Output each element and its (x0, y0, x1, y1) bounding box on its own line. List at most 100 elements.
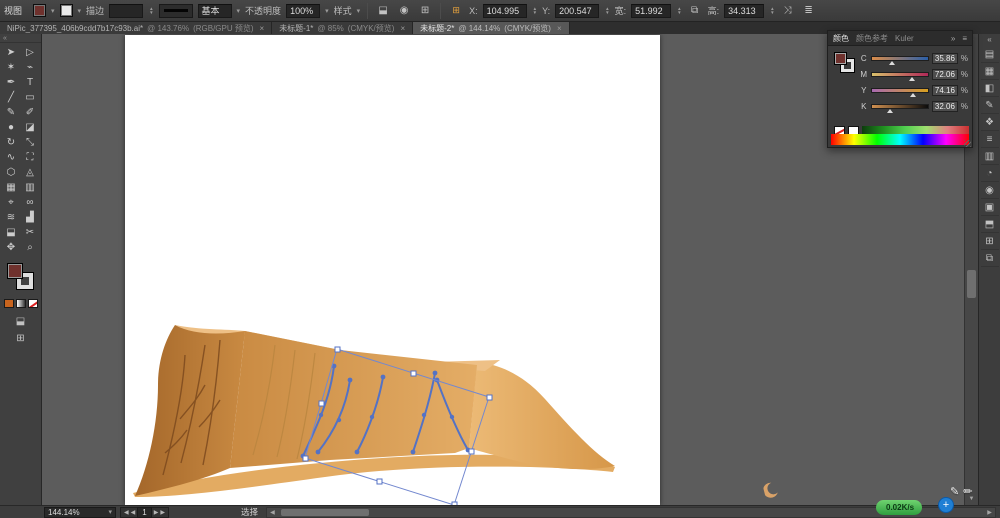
eraser-tool[interactable]: ◪ (21, 120, 40, 135)
transparency-panel-icon[interactable]: ◔ (980, 165, 999, 182)
spectrum-bar[interactable] (831, 134, 969, 145)
line-segment-tool[interactable]: ╱ (2, 90, 21, 105)
scale-tool[interactable]: ⤡ (21, 135, 40, 150)
fill-color-swatch[interactable] (33, 4, 47, 17)
document-tab-1[interactable]: NiPic_377395_406b9cdd7b17c93b.ai* @ 143.… (0, 22, 273, 34)
symbol-sprayer-tool[interactable]: ≋ (2, 210, 21, 225)
y-spinner[interactable]: ▲ ▼ (605, 6, 609, 15)
shape-builder-tool[interactable]: ⬡ (2, 165, 21, 180)
collapse-panel-icon[interactable]: » (951, 34, 955, 43)
next-artboard-icon[interactable]: ▶ (154, 509, 159, 516)
stroke-color-swatch[interactable] (59, 4, 73, 17)
width-field[interactable]: 51.992 (631, 3, 672, 18)
pen-icon[interactable]: ✎ (950, 485, 959, 498)
stroke-weight-field[interactable] (109, 3, 144, 18)
align-menu-icon[interactable]: ≣ (801, 3, 817, 19)
scroll-left-icon[interactable]: ◀ (267, 509, 278, 516)
brush-definition-field[interactable]: 基本 (197, 3, 232, 18)
x-field[interactable]: 104.995 (482, 3, 527, 18)
artboard[interactable] (125, 35, 660, 505)
graphic-styles-panel-icon[interactable]: ▣ (980, 199, 999, 216)
close-icon[interactable]: × (400, 24, 405, 33)
horizontal-scroll-thumb[interactable] (280, 508, 369, 516)
zoom-level-dropdown[interactable]: 144.14% ▾ (44, 506, 116, 518)
close-icon[interactable]: × (260, 24, 265, 33)
drawing-modes-button[interactable]: ⬓ (16, 316, 25, 327)
toolbar-fill-swatch[interactable] (7, 263, 23, 279)
yellow-value-field[interactable]: 74.16 (931, 84, 958, 96)
magenta-value-field[interactable]: 72.06 (931, 68, 958, 80)
preferences-icon[interactable]: ◉ (396, 3, 412, 19)
gradient-tool[interactable]: ▥ (21, 180, 40, 195)
zoom-tool[interactable]: ⌕ (21, 240, 40, 255)
none-mode-button[interactable] (27, 299, 38, 308)
menu-view[interactable]: 视图 (4, 4, 22, 17)
expand-panels-icon[interactable]: « (987, 34, 991, 46)
last-artboard-icon[interactable]: ▶ (160, 509, 165, 516)
rotate-tool[interactable]: ↻ (2, 135, 21, 150)
magic-wand-tool[interactable]: ✶ (2, 60, 21, 75)
pencil-icon[interactable]: ✏ (963, 485, 972, 498)
perspective-grid-tool[interactable]: ◬ (21, 165, 40, 180)
brush-dropdown-icon[interactable]: ▾ (237, 7, 241, 15)
height-spinner[interactable]: ▲ ▼ (770, 6, 774, 15)
document-tab-2[interactable]: 未标题-1* @ 85% (CMYK/预览) × (272, 22, 414, 34)
pen-tool[interactable]: ✒ (2, 75, 21, 90)
constrain-proportions-icon[interactable]: ⧉ (687, 3, 703, 19)
prev-artboard-icon[interactable]: ◀ (131, 509, 136, 516)
panel-menu-icon[interactable]: ≡ (962, 34, 967, 43)
crescent-shape[interactable] (762, 481, 779, 500)
panel-resize-grip[interactable] (964, 140, 971, 147)
blob-brush-tool[interactable]: ● (2, 120, 21, 135)
slice-tool[interactable]: ✂ (21, 225, 40, 240)
gradient-panel-icon[interactable]: ▥ (980, 148, 999, 165)
panel-fill-proxy[interactable] (834, 52, 847, 65)
color-panel-icon[interactable]: ▤ (980, 46, 999, 63)
yellow-slider[interactable] (870, 87, 929, 97)
cyan-value-field[interactable]: 35.86 (931, 52, 958, 64)
fill-dropdown-icon[interactable]: ▾ (51, 7, 55, 15)
mesh-tool[interactable]: ▦ (2, 180, 21, 195)
width-tool[interactable]: ∿ (2, 150, 21, 165)
swatches-panel-icon[interactable]: ◧ (980, 80, 999, 97)
links-panel-icon[interactable]: ⧉ (980, 250, 999, 267)
type-tool[interactable]: T (21, 75, 40, 90)
width-spinner[interactable]: ▲ ▼ (677, 6, 681, 15)
eyedropper-tool[interactable]: ⌖ (2, 195, 21, 210)
cyan-slider-thumb[interactable] (888, 60, 895, 65)
tab-kuler[interactable]: Kuler (895, 34, 914, 43)
magenta-slider-thumb[interactable] (909, 76, 916, 81)
rectangle-tool[interactable]: ▭ (21, 90, 40, 105)
tab-color-guide[interactable]: 颜色参考 (856, 33, 888, 44)
tools-collapse-icon[interactable]: « (0, 34, 41, 43)
reference-point-locator-icon[interactable]: ⊞ (448, 3, 464, 19)
stroke-spinner[interactable]: ▲ ▼ (149, 6, 153, 15)
first-artboard-icon[interactable]: ◀ (124, 509, 129, 516)
scroll-right-icon[interactable]: ▶ (984, 509, 995, 516)
document-tab-3-active[interactable]: 未标题-2* @ 144.14% (CMYK/预览) × (413, 22, 570, 34)
cyan-slider[interactable] (870, 55, 929, 65)
yellow-slider-thumb[interactable] (910, 92, 917, 97)
height-field[interactable]: 34.313 (724, 3, 765, 18)
artboard-number[interactable]: 1 (137, 506, 152, 518)
artboard-tool[interactable]: ⬓ (2, 225, 21, 240)
free-transform-tool[interactable]: ⛶ (21, 150, 40, 165)
selection-tool[interactable]: ➤ (2, 45, 21, 60)
x-spinner[interactable]: ▲ ▼ (533, 6, 537, 15)
style-dropdown-icon[interactable]: ▾ (357, 7, 361, 15)
opacity-dropdown-icon[interactable]: ▾ (325, 7, 329, 15)
layers-panel-icon[interactable]: ⬒ (980, 216, 999, 233)
artboards-panel-icon[interactable]: ⊞ (980, 233, 999, 250)
transform-menu-icon[interactable]: ⤨ (780, 3, 796, 19)
close-icon[interactable]: × (557, 24, 562, 33)
paintbrush-tool[interactable]: ✎ (2, 105, 21, 120)
blend-tool[interactable]: ∞ (21, 195, 40, 210)
column-graph-tool[interactable]: ▟ (21, 210, 40, 225)
symbols-panel-icon[interactable]: ❖ (980, 114, 999, 131)
variable-width-preview[interactable] (158, 3, 193, 18)
add-button[interactable]: + (938, 497, 954, 513)
document-setup-icon[interactable]: ⬓ (375, 3, 391, 19)
screen-mode-button[interactable]: ⊞ (16, 333, 24, 344)
color-ramp[interactable] (862, 126, 969, 134)
stroke-dropdown-icon[interactable]: ▾ (78, 7, 82, 15)
